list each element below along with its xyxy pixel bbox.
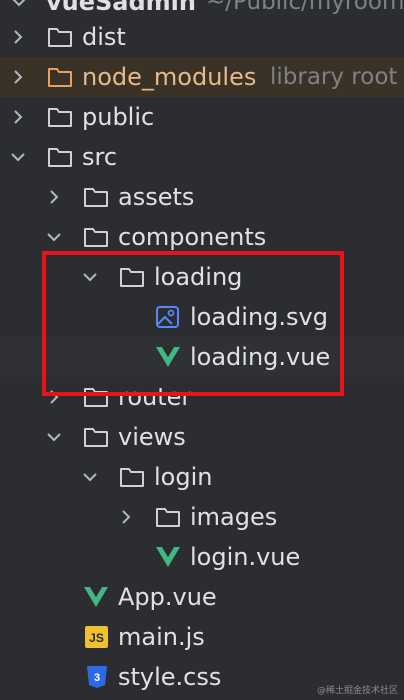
- tree-item-label: node_modules: [82, 63, 257, 91]
- tree-item-components[interactable]: components: [0, 217, 404, 257]
- tree-item-label: images: [190, 503, 278, 531]
- javascript-file-icon: JS: [85, 626, 108, 648]
- image-file-icon: [156, 306, 179, 328]
- folder-icon: [120, 468, 144, 487]
- folder-icon: [84, 388, 108, 407]
- folder-icon: [120, 268, 144, 287]
- tree-item-login[interactable]: login: [0, 457, 404, 497]
- tree-item-images[interactable]: images: [0, 497, 404, 537]
- tree-item-public[interactable]: public: [0, 97, 404, 137]
- folder-icon: [84, 188, 108, 207]
- folder-icon: [48, 108, 72, 127]
- chevron-down-icon[interactable]: [81, 268, 99, 286]
- chevron-down-icon[interactable]: [45, 428, 63, 446]
- folder-icon: [84, 428, 108, 447]
- tree-item-label: loading.svg: [190, 303, 328, 331]
- chevron-right-icon[interactable]: [45, 388, 63, 406]
- tree-item-label: components: [118, 223, 267, 251]
- tree-item-label: login.vue: [190, 543, 301, 571]
- chevron-down-icon[interactable]: [45, 228, 63, 246]
- tree-item-loading-svg[interactable]: loading.svg: [0, 297, 404, 337]
- tree-item-label: App.vue: [118, 583, 217, 611]
- tree-item-label: views: [118, 423, 186, 451]
- vue-file-icon: [156, 547, 180, 567]
- tree-item-src[interactable]: src: [0, 137, 404, 177]
- tree-item-label: assets: [118, 183, 195, 211]
- chevron-right-icon[interactable]: [45, 188, 63, 206]
- project-path: ~/Public/myroom: [206, 0, 404, 15]
- tree-item-label: style.css: [118, 663, 222, 691]
- folder-icon: [84, 228, 108, 247]
- tree-item-label: loading: [154, 263, 243, 291]
- library-root-hint: library root: [270, 64, 398, 90]
- vue-file-icon: [156, 347, 180, 367]
- chevron-down-icon[interactable]: [81, 468, 99, 486]
- tree-item-login-vue[interactable]: login.vue: [0, 537, 404, 577]
- chevron-right-icon[interactable]: [117, 508, 135, 526]
- tree-item-dist[interactable]: dist: [0, 17, 404, 57]
- tree-item-label: router: [118, 383, 192, 411]
- tree-item-label: dist: [82, 23, 126, 51]
- chevron-right-icon[interactable]: [9, 68, 27, 86]
- tree-item-label: src: [82, 143, 118, 171]
- project-name: vueSadmin: [46, 0, 196, 16]
- tree-item-loading[interactable]: loading: [0, 257, 404, 297]
- tree-item-assets[interactable]: assets: [0, 177, 404, 217]
- chevron-right-icon[interactable]: [9, 108, 27, 126]
- tree-item-label: public: [82, 103, 155, 131]
- js-badge-text: JS: [89, 631, 104, 645]
- tree-item-label: login: [154, 463, 213, 491]
- tree-item-app-vue[interactable]: App.vue: [0, 577, 404, 617]
- library-folder-icon: [48, 68, 72, 87]
- tree-item-loading-vue[interactable]: loading.vue: [0, 337, 404, 377]
- tree-item-main-js[interactable]: JS main.js: [0, 617, 404, 657]
- css-file-icon: 3: [87, 666, 107, 688]
- chevron-down-icon[interactable]: [10, 0, 28, 11]
- tree-item-router[interactable]: router: [0, 377, 404, 417]
- tree-item-label: main.js: [118, 623, 205, 651]
- folder-icon: [48, 148, 72, 167]
- folder-icon: [48, 28, 72, 47]
- tree-item-views[interactable]: views: [0, 417, 404, 457]
- chevron-right-icon[interactable]: [9, 28, 27, 46]
- vue-file-icon: [84, 587, 108, 607]
- tree-item-label: loading.vue: [190, 343, 331, 371]
- css-badge-text: 3: [94, 672, 100, 684]
- folder-icon: [156, 508, 180, 527]
- tree-item-node-modules[interactable]: node_modules library root: [0, 57, 404, 97]
- watermark: @稀土掘金技术社区: [316, 686, 398, 696]
- chevron-down-icon[interactable]: [9, 148, 27, 166]
